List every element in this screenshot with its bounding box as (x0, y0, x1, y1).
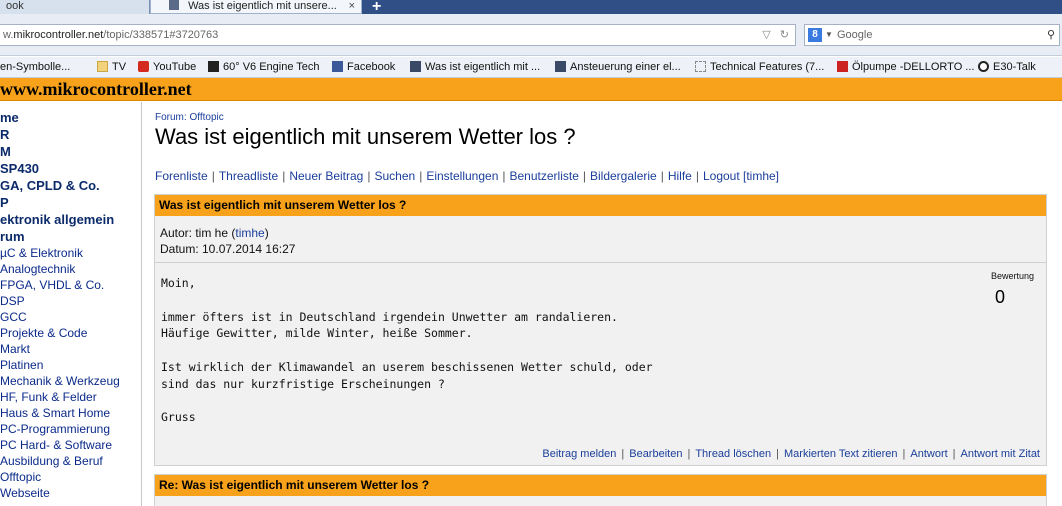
nav-forenliste[interactable]: Forenliste (155, 169, 208, 183)
sidebar-item[interactable]: ektronik allgemein (0, 212, 114, 227)
facebook-icon (332, 61, 343, 72)
forum-breadcrumb[interactable]: Forum: Offtopic (155, 112, 224, 123)
sidebar-item[interactable]: R (0, 127, 9, 142)
forum-post: Was ist eigentlich mit unserem Wetter lo… (154, 194, 1047, 466)
post-author: Autor: tim he (timhe) (160, 226, 269, 240)
sidebar-item[interactable]: Haus & Smart Home (0, 406, 110, 420)
sidebar-item[interactable]: Projekte & Code (0, 326, 87, 340)
sidebar-item[interactable]: Markt (0, 342, 30, 356)
close-tab-icon[interactable]: × (349, 0, 355, 12)
sc-icon (837, 61, 848, 72)
tab-label: ook (6, 0, 24, 12)
mc-icon (410, 61, 421, 72)
bookmark-star-icon[interactable]: ▽ (762, 29, 770, 41)
sidebar-item[interactable]: Offtopic (0, 470, 41, 484)
ft-icon (208, 61, 219, 72)
sidebar-item[interactable]: FPGA, VHDL & Co. (0, 278, 104, 292)
sidebar-item[interactable]: rum (0, 229, 25, 244)
tab-label: Was ist eigentlich mit unsere... (188, 0, 337, 12)
url-input[interactable]: w.mikrocontroller.net/topic/338571#37207… (0, 24, 796, 46)
bookmark-item[interactable]: Facebook (332, 60, 395, 74)
search-icon[interactable]: ⚲ (1047, 25, 1055, 45)
forum-reply: Re: Was ist eigentlich mit unserem Wette… (154, 474, 1047, 506)
quote-selection-link[interactable]: Markierten Text zitieren (784, 448, 898, 460)
reply-link[interactable]: Antwort (910, 448, 947, 460)
sidebar-item[interactable]: P (0, 195, 9, 210)
nav-bildergalerie[interactable]: Bildergalerie (590, 169, 657, 183)
sidebar-item[interactable]: Ausbildung & Beruf (0, 454, 103, 468)
sidebar-item[interactable]: Webseite (0, 486, 50, 500)
sidebar-item[interactable]: Mechanik & Werkzeug (0, 374, 120, 388)
nav-neuer-beitrag[interactable]: Neuer Beitrag (289, 169, 363, 183)
forum-nav: Forenliste | Threadliste | Neuer Beitrag | Suc… (155, 169, 780, 183)
post-title[interactable]: Was ist eigentlich mit unserem Wetter lo… (155, 195, 1046, 216)
sidebar-item[interactable]: PC-Programmierung (0, 422, 110, 436)
nav-suchen[interactable]: Suchen (374, 169, 415, 183)
sidebar-item[interactable]: GCC (0, 310, 27, 324)
bookmark-item[interactable]: 60° V6 Engine Tech (208, 60, 320, 74)
rating-value: 0 (995, 287, 1006, 307)
sidebar-item[interactable]: GA, CPLD & Co. (0, 178, 100, 193)
sidebar-divider (141, 102, 142, 506)
chevron-down-icon[interactable]: ▼ (825, 25, 833, 45)
browser-tab-active[interactable]: Was ist eigentlich mit unsere... × (150, 0, 362, 14)
bmw-icon (978, 61, 989, 72)
mc-icon (555, 61, 566, 72)
edit-post-link[interactable]: Bearbeiten (629, 448, 682, 460)
folder-icon (97, 61, 108, 72)
bookmark-item[interactable]: YouTube (138, 60, 196, 74)
url-prefix: w. (3, 29, 14, 41)
report-post-link[interactable]: Beitrag melden (542, 448, 616, 460)
bookmark-item[interactable]: E30-Talk (978, 60, 1036, 74)
sidebar-item[interactable]: HF, Funk & Felder (0, 390, 97, 404)
sidebar-item[interactable]: µC & Elektronik (0, 246, 83, 260)
reply-title[interactable]: Re: Was ist eigentlich mit unserem Wette… (155, 475, 1046, 496)
url-path: /topic/338571#3720763 (103, 29, 219, 41)
sidebar-item[interactable]: Platinen (0, 358, 43, 372)
google-icon[interactable]: 8 (808, 28, 822, 42)
url-host: mikrocontroller.net (13, 29, 104, 41)
page-icon (695, 61, 706, 72)
post-divider (155, 262, 1046, 263)
site-header: www.mikrocontroller.net (0, 78, 1062, 101)
browser-tab-1[interactable]: ook (0, 0, 150, 14)
post-body: Moin, immer öfters ist in Deutschland ir… (161, 276, 653, 425)
bookmark-item[interactable]: Ölpumpe -DELLORTO ... (837, 60, 974, 74)
page-title: Was ist eigentlich mit unserem Wetter lo… (155, 124, 576, 149)
post-meta: Autor: tim he (timhe) Datum: 10.07.2014 … (160, 225, 295, 257)
sidebar: me R M SP430 GA, CPLD & Co. P ektronik a… (0, 102, 141, 506)
reply-quote-link[interactable]: Antwort mit Zitat (961, 448, 1040, 460)
post-actions: Beitrag melden | Bearbeiten | Thread löschen… (542, 448, 1040, 460)
search-placeholder: Google (837, 29, 873, 41)
nav-threadliste[interactable]: Threadliste (219, 169, 278, 183)
delete-thread-link[interactable]: Thread löschen (695, 448, 771, 460)
nav-einstellungen[interactable]: Einstellungen (426, 169, 498, 183)
search-input[interactable]: 8 ▼ Google ⚲ (804, 24, 1060, 46)
sidebar-item[interactable]: Analogtechnik (0, 262, 75, 276)
bookmark-item[interactable]: Technical Features (7... (695, 60, 824, 74)
sidebar-item[interactable]: M (0, 144, 11, 159)
sidebar-item[interactable]: PC Hard- & Software (0, 438, 112, 452)
bookmarks-bar: en-Symbolle... TV YouTube 60° V6 Engine … (0, 57, 1062, 78)
nav-hilfe[interactable]: Hilfe (668, 169, 692, 183)
bookmark-item[interactable]: Was ist eigentlich mit ... (410, 60, 540, 74)
sidebar-item[interactable]: SP430 (0, 161, 39, 176)
site-title[interactable]: www.mikrocontroller.net (0, 79, 192, 100)
browser-nav-bar: w.mikrocontroller.net/topic/338571#37207… (0, 14, 1062, 56)
nav-benutzerliste[interactable]: Benutzerliste (510, 169, 579, 183)
bookmark-item[interactable]: Ansteuerung einer el... (555, 60, 681, 74)
bookmark-item[interactable]: TV (97, 60, 126, 74)
reload-icon[interactable]: ↻ (780, 29, 789, 41)
bookmark-item[interactable]: en-Symbolle... (0, 60, 70, 74)
site-favicon-icon (169, 0, 179, 10)
rating-label: Bewertung (991, 271, 1035, 281)
sidebar-item[interactable]: me (0, 110, 19, 125)
sidebar-item[interactable]: DSP (0, 294, 25, 308)
nav-logout[interactable]: Logout [timhe] (703, 169, 779, 183)
post-date: Datum: 10.07.2014 16:27 (160, 242, 296, 256)
browser-tab-bar: ook Was ist eigentlich mit unsere... × + (0, 0, 1062, 15)
youtube-icon (138, 61, 149, 72)
author-link[interactable]: timhe (235, 226, 264, 240)
